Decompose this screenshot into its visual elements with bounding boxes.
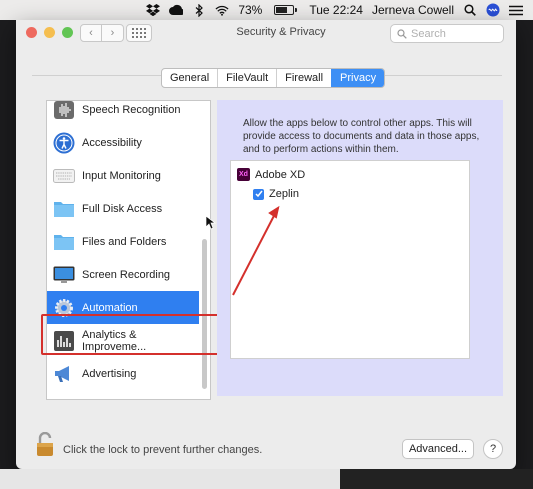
search-input[interactable] [411,27,491,40]
chevron-right-icon: › [110,27,115,39]
bluetooth-icon[interactable] [192,3,206,17]
spotlight-search-icon[interactable] [463,3,477,17]
tab-filevault[interactable]: FileVault [217,69,276,87]
zeplin-checkbox[interactable] [253,188,264,200]
advanced-button[interactable]: Advanced... [402,439,474,459]
tab-general[interactable]: General [162,69,217,87]
zoom-button[interactable] [62,27,73,38]
dropbox-icon[interactable] [146,3,161,17]
mouse-pointer-icon [205,215,217,233]
search-icon [397,28,407,39]
back-button[interactable]: ‹ [80,24,102,42]
app-name: Adobe XD [255,168,306,181]
nav-buttons: ‹ › [80,24,124,42]
app-name: Zeplin [269,188,299,200]
list-item-label: Screen Recording [82,268,171,281]
help-button[interactable]: ? [483,439,503,459]
window-controls [26,27,73,38]
battery-percent: 73% [238,3,263,17]
privacy-category-list[interactable]: Speech Recognition Accessibility Input M… [46,100,211,400]
menubar-clock[interactable]: Tue 22:24 [309,3,363,17]
app-row-adobe-xd[interactable]: Xd Adobe XD [237,168,305,181]
search-field[interactable] [390,24,504,43]
battery-icon[interactable] [274,5,298,15]
creative-cloud-icon[interactable] [169,3,184,17]
list-item-label: Accessibility [82,136,142,149]
list-item-full-disk-access[interactable]: Full Disk Access [47,192,199,225]
list-item-label: Files and Folders [82,235,167,248]
list-item-label: Advertising [82,367,137,380]
megaphone-icon [53,363,75,385]
tab-bar: General FileVault Firewall Privacy [161,68,386,88]
list-item-label: Automation [82,301,138,314]
minimize-button[interactable] [44,27,55,38]
app-row-zeplin[interactable]: Zeplin [253,188,299,200]
control-menu-icon[interactable] [509,3,523,17]
keyboard-icon [53,165,75,187]
list-item-input-monitoring[interactable]: Input Monitoring [47,159,199,192]
folder-icon [53,231,75,253]
lock-text: Click the lock to prevent further change… [63,444,263,456]
siri-icon[interactable] [486,3,500,17]
waveform-icon [53,101,75,121]
lock-icon[interactable] [36,431,56,458]
checkmark-icon [254,190,263,198]
wifi-icon[interactable] [215,3,229,17]
folder-icon [53,198,75,220]
close-button[interactable] [26,27,37,38]
security-privacy-window: ‹ › Security & Privacy General FileVault… [16,20,516,469]
menubar-user[interactable]: Jerneva Cowell [372,3,454,17]
tab-privacy[interactable]: Privacy [331,69,385,87]
list-item-advertising[interactable]: Advertising [47,357,199,390]
show-all-button[interactable] [126,24,152,42]
chevron-left-icon: ‹ [89,27,93,39]
tab-firewall[interactable]: Firewall [276,69,331,87]
adobe-xd-icon: Xd [237,168,250,181]
list-item-label: Input Monitoring [82,169,161,182]
grid-icon [132,28,146,38]
automation-app-list[interactable]: Xd Adobe XD Zeplin [230,160,470,359]
window-title: Security & Privacy [236,26,326,38]
list-item-speech-recognition[interactable]: Speech Recognition [47,101,199,126]
list-item-accessibility[interactable]: Accessibility [47,126,199,159]
automation-description: Allow the apps below to control other ap… [243,118,480,155]
battery-fill [276,7,288,13]
forward-button[interactable]: › [102,24,124,42]
background-strip [0,469,533,489]
list-item-label: Full Disk Access [82,202,163,215]
title-bar[interactable]: ‹ › Security & Privacy [16,20,516,45]
menu-bar: 73% Tue 22:24 Jerneva Cowell [0,0,533,20]
list-item-screen-recording[interactable]: Screen Recording [47,258,199,291]
list-item-label: Speech Recognition [82,103,181,116]
accessibility-icon [53,132,75,154]
list-item-files-and-folders[interactable]: Files and Folders [47,225,199,258]
annotation-highlight-box [41,314,222,355]
display-icon [53,264,75,286]
